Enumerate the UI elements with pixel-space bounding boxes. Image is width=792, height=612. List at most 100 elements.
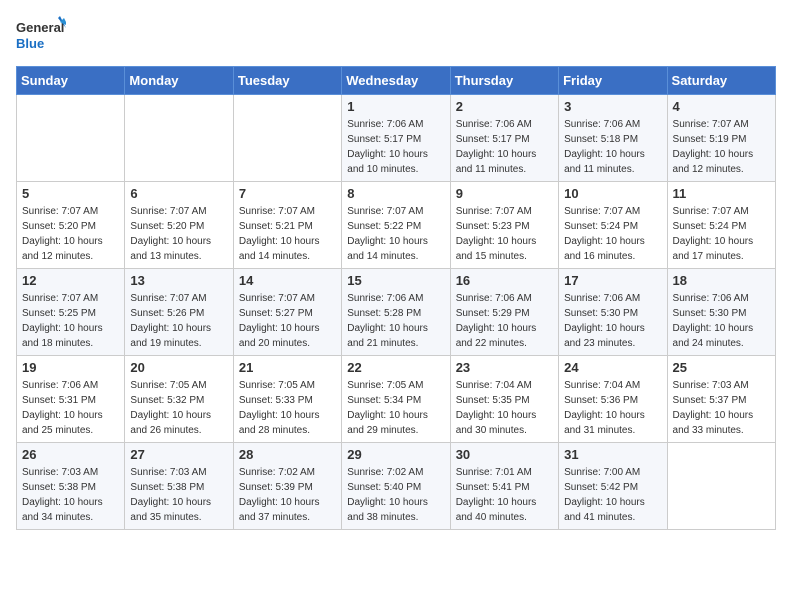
day-info: Sunrise: 7:01 AMSunset: 5:41 PMDaylight:… [456,465,553,525]
day-cell: 17 Sunrise: 7:06 AMSunset: 5:30 PMDaylig… [559,269,667,356]
day-number: 27 [130,447,227,462]
day-info: Sunrise: 7:06 AMSunset: 5:31 PMDaylight:… [22,378,119,438]
day-info: Sunrise: 7:06 AMSunset: 5:17 PMDaylight:… [347,117,444,177]
day-number: 5 [22,186,119,201]
day-cell: 24 Sunrise: 7:04 AMSunset: 5:36 PMDaylig… [559,356,667,443]
day-cell: 13 Sunrise: 7:07 AMSunset: 5:26 PMDaylig… [125,269,233,356]
day-number: 19 [22,360,119,375]
day-number: 4 [673,99,770,114]
day-info: Sunrise: 7:07 AMSunset: 5:23 PMDaylight:… [456,204,553,264]
day-info: Sunrise: 7:03 AMSunset: 5:37 PMDaylight:… [673,378,770,438]
day-number: 12 [22,273,119,288]
day-number: 2 [456,99,553,114]
day-number: 26 [22,447,119,462]
day-cell: 2 Sunrise: 7:06 AMSunset: 5:17 PMDayligh… [450,95,558,182]
day-cell: 27 Sunrise: 7:03 AMSunset: 5:38 PMDaylig… [125,443,233,530]
day-number: 3 [564,99,661,114]
week-row-1: 1 Sunrise: 7:06 AMSunset: 5:17 PMDayligh… [17,95,776,182]
day-number: 1 [347,99,444,114]
logo: General Blue [16,16,66,60]
day-info: Sunrise: 7:04 AMSunset: 5:35 PMDaylight:… [456,378,553,438]
day-info: Sunrise: 7:06 AMSunset: 5:28 PMDaylight:… [347,291,444,351]
day-number: 21 [239,360,336,375]
header-cell-sunday: Sunday [17,67,125,95]
day-number: 10 [564,186,661,201]
day-cell: 9 Sunrise: 7:07 AMSunset: 5:23 PMDayligh… [450,182,558,269]
day-info: Sunrise: 7:06 AMSunset: 5:30 PMDaylight:… [673,291,770,351]
day-info: Sunrise: 7:05 AMSunset: 5:33 PMDaylight:… [239,378,336,438]
week-row-4: 19 Sunrise: 7:06 AMSunset: 5:31 PMDaylig… [17,356,776,443]
day-info: Sunrise: 7:07 AMSunset: 5:24 PMDaylight:… [564,204,661,264]
day-number: 18 [673,273,770,288]
day-cell [667,443,775,530]
header-cell-thursday: Thursday [450,67,558,95]
week-row-3: 12 Sunrise: 7:07 AMSunset: 5:25 PMDaylig… [17,269,776,356]
day-cell: 6 Sunrise: 7:07 AMSunset: 5:20 PMDayligh… [125,182,233,269]
day-info: Sunrise: 7:03 AMSunset: 5:38 PMDaylight:… [22,465,119,525]
day-cell [233,95,341,182]
day-info: Sunrise: 7:06 AMSunset: 5:17 PMDaylight:… [456,117,553,177]
day-cell: 15 Sunrise: 7:06 AMSunset: 5:28 PMDaylig… [342,269,450,356]
day-info: Sunrise: 7:04 AMSunset: 5:36 PMDaylight:… [564,378,661,438]
day-info: Sunrise: 7:07 AMSunset: 5:24 PMDaylight:… [673,204,770,264]
day-cell: 8 Sunrise: 7:07 AMSunset: 5:22 PMDayligh… [342,182,450,269]
day-number: 28 [239,447,336,462]
day-cell: 25 Sunrise: 7:03 AMSunset: 5:37 PMDaylig… [667,356,775,443]
header-cell-saturday: Saturday [667,67,775,95]
svg-text:Blue: Blue [16,36,44,51]
header-cell-friday: Friday [559,67,667,95]
day-cell: 30 Sunrise: 7:01 AMSunset: 5:41 PMDaylig… [450,443,558,530]
day-cell: 11 Sunrise: 7:07 AMSunset: 5:24 PMDaylig… [667,182,775,269]
day-cell: 14 Sunrise: 7:07 AMSunset: 5:27 PMDaylig… [233,269,341,356]
day-number: 8 [347,186,444,201]
day-info: Sunrise: 7:07 AMSunset: 5:26 PMDaylight:… [130,291,227,351]
day-info: Sunrise: 7:06 AMSunset: 5:30 PMDaylight:… [564,291,661,351]
day-number: 6 [130,186,227,201]
day-cell: 5 Sunrise: 7:07 AMSunset: 5:20 PMDayligh… [17,182,125,269]
day-number: 23 [456,360,553,375]
day-info: Sunrise: 7:07 AMSunset: 5:20 PMDaylight:… [22,204,119,264]
day-info: Sunrise: 7:07 AMSunset: 5:19 PMDaylight:… [673,117,770,177]
day-number: 7 [239,186,336,201]
week-row-2: 5 Sunrise: 7:07 AMSunset: 5:20 PMDayligh… [17,182,776,269]
day-number: 16 [456,273,553,288]
day-info: Sunrise: 7:07 AMSunset: 5:25 PMDaylight:… [22,291,119,351]
day-number: 9 [456,186,553,201]
day-info: Sunrise: 7:05 AMSunset: 5:34 PMDaylight:… [347,378,444,438]
page-header: General Blue [16,16,776,60]
day-cell: 1 Sunrise: 7:06 AMSunset: 5:17 PMDayligh… [342,95,450,182]
day-number: 20 [130,360,227,375]
svg-text:General: General [16,20,64,35]
day-number: 11 [673,186,770,201]
day-info: Sunrise: 7:07 AMSunset: 5:21 PMDaylight:… [239,204,336,264]
day-number: 30 [456,447,553,462]
day-number: 14 [239,273,336,288]
day-cell: 22 Sunrise: 7:05 AMSunset: 5:34 PMDaylig… [342,356,450,443]
day-cell: 28 Sunrise: 7:02 AMSunset: 5:39 PMDaylig… [233,443,341,530]
day-cell: 3 Sunrise: 7:06 AMSunset: 5:18 PMDayligh… [559,95,667,182]
day-number: 29 [347,447,444,462]
day-cell: 10 Sunrise: 7:07 AMSunset: 5:24 PMDaylig… [559,182,667,269]
day-cell: 4 Sunrise: 7:07 AMSunset: 5:19 PMDayligh… [667,95,775,182]
day-cell [17,95,125,182]
calendar-table: SundayMondayTuesdayWednesdayThursdayFrid… [16,66,776,530]
day-number: 31 [564,447,661,462]
day-number: 13 [130,273,227,288]
day-info: Sunrise: 7:07 AMSunset: 5:20 PMDaylight:… [130,204,227,264]
header-cell-monday: Monday [125,67,233,95]
day-cell: 16 Sunrise: 7:06 AMSunset: 5:29 PMDaylig… [450,269,558,356]
day-cell: 12 Sunrise: 7:07 AMSunset: 5:25 PMDaylig… [17,269,125,356]
day-number: 22 [347,360,444,375]
day-number: 15 [347,273,444,288]
day-cell: 21 Sunrise: 7:05 AMSunset: 5:33 PMDaylig… [233,356,341,443]
day-info: Sunrise: 7:06 AMSunset: 5:29 PMDaylight:… [456,291,553,351]
day-number: 25 [673,360,770,375]
day-cell: 23 Sunrise: 7:04 AMSunset: 5:35 PMDaylig… [450,356,558,443]
day-info: Sunrise: 7:07 AMSunset: 5:22 PMDaylight:… [347,204,444,264]
day-number: 24 [564,360,661,375]
day-info: Sunrise: 7:02 AMSunset: 5:39 PMDaylight:… [239,465,336,525]
day-cell: 26 Sunrise: 7:03 AMSunset: 5:38 PMDaylig… [17,443,125,530]
logo-svg: General Blue [16,16,66,60]
day-info: Sunrise: 7:05 AMSunset: 5:32 PMDaylight:… [130,378,227,438]
day-number: 17 [564,273,661,288]
